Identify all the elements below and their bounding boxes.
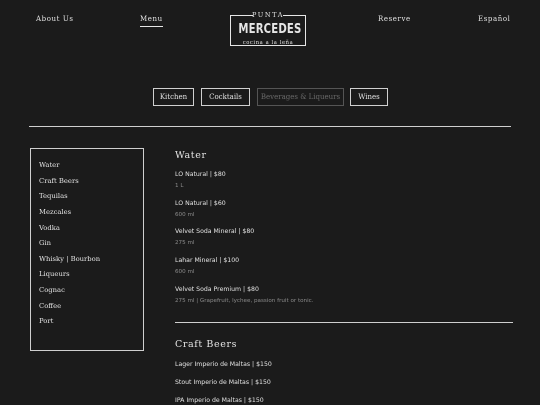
sidebar-item-water[interactable]: Water <box>39 161 59 169</box>
section-title-water: Water <box>175 150 207 161</box>
tab-kitchen[interactable]: Kitchen <box>153 88 194 106</box>
sidebar-item-vodka[interactable]: Vodka <box>39 224 60 232</box>
product-name: Velvet Soda Premium | $80 <box>175 286 259 293</box>
language-switch-link[interactable]: Español <box>478 15 511 23</box>
sidebar-item-coffee[interactable]: Coffee <box>39 302 61 310</box>
section-divider <box>175 322 513 323</box>
logo-main-text: MERCEDES <box>238 22 302 37</box>
nav-menu-link[interactable]: Menu <box>140 15 163 27</box>
product-name: Stout Imperio de Maltas | $150 <box>175 379 271 386</box>
restaurant-logo[interactable]: PUNTA MERCEDES cocina a la leña <box>230 9 306 51</box>
sidebar-item-port[interactable]: Port <box>39 317 53 325</box>
tab-wines[interactable]: Wines <box>350 88 388 106</box>
section-title-craft-beers: Craft Beers <box>175 339 238 350</box>
product-name: Lager Imperio de Maltas | $150 <box>175 361 272 368</box>
menu-category-tabs: Kitchen Cocktails Beverages & Liqueurs W… <box>0 88 540 106</box>
sidebar-item-cognac[interactable]: Cognac <box>39 286 65 294</box>
product-name: Lahar Mineral | $100 <box>175 257 240 264</box>
product-name: IPA Imperio de Maltas | $150 <box>175 397 264 404</box>
product-name: LO Natural | $80 <box>175 171 226 178</box>
sidebar-item-whisky-bourbon[interactable]: Whisky | Bourbon <box>39 255 100 263</box>
nav-reserve-link[interactable]: Reserve <box>378 15 411 23</box>
top-navigation: About Us Menu Reserve Español PUNTA MERC… <box>0 0 540 60</box>
category-sidebar: Water Craft Beers Tequilas Mezcales Vodk… <box>30 148 144 351</box>
product-description: 600 ml <box>175 269 195 275</box>
product-description: 1 L <box>175 183 184 189</box>
product-description: 275 ml <box>175 240 195 246</box>
divider <box>29 126 511 127</box>
sidebar-item-liqueurs[interactable]: Liqueurs <box>39 270 70 278</box>
sidebar-item-craft-beers[interactable]: Craft Beers <box>39 177 79 185</box>
nav-about-link[interactable]: About Us <box>36 15 74 23</box>
product-name: LO Natural | $60 <box>175 200 226 207</box>
tab-cocktails[interactable]: Cocktails <box>201 88 250 106</box>
sidebar-item-tequilas[interactable]: Tequilas <box>39 192 68 200</box>
product-name: Velvet Soda Mineral | $80 <box>175 228 255 235</box>
product-description: 275 ml | Grapefruit, lychee, passion fru… <box>175 298 314 304</box>
sidebar-item-gin[interactable]: Gin <box>39 239 51 247</box>
tab-beverages-liqueurs[interactable]: Beverages & Liqueurs <box>257 88 344 106</box>
product-description: 600 ml <box>175 212 195 218</box>
logo-top-text: PUNTA <box>251 11 285 19</box>
logo-sub-text: cocina a la leña <box>242 40 294 46</box>
sidebar-item-mezcales[interactable]: Mezcales <box>39 208 71 216</box>
